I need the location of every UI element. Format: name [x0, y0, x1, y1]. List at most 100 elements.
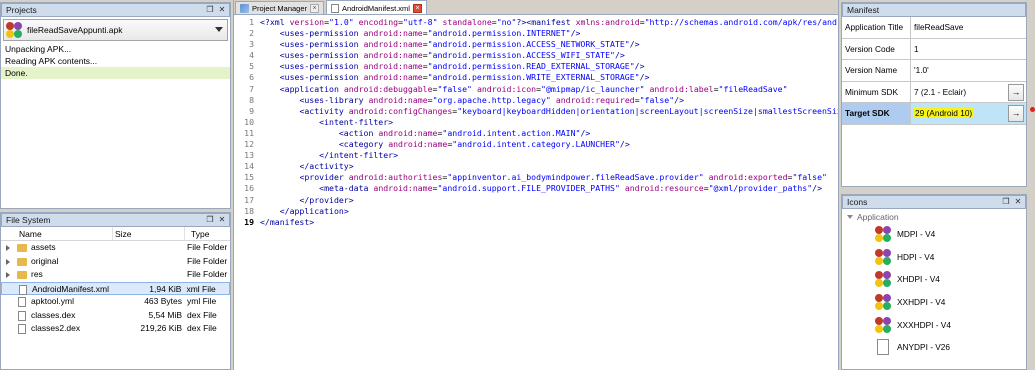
- file-name: classes.dex: [1, 309, 113, 323]
- folder-icon: [17, 271, 27, 279]
- chevron-right-icon[interactable]: [6, 272, 10, 278]
- prop-label: Application Title: [842, 17, 911, 38]
- file-name-text: apktool.yml: [31, 296, 74, 306]
- icon-item[interactable]: HDPI - V4: [842, 246, 1026, 269]
- icon-item[interactable]: XHDPI - V4: [842, 268, 1026, 291]
- chevron-right-icon[interactable]: [6, 245, 10, 251]
- prop-version-code[interactable]: Version Code 1: [842, 38, 1026, 60]
- app-icon: [875, 271, 891, 288]
- prop-value[interactable]: fileReadSave: [911, 17, 1026, 38]
- arrow-right-icon[interactable]: →: [1008, 105, 1024, 122]
- chevron-down-icon[interactable]: [847, 215, 853, 219]
- prop-minimum-sdk[interactable]: Minimum SDK 7 (2.1 - Eclair) →: [842, 81, 1026, 103]
- close-icon[interactable]: ✕: [217, 5, 227, 15]
- app-icon: [875, 248, 891, 265]
- code-line[interactable]: 7 <application android:debuggable="false…: [234, 84, 838, 95]
- column-header-type[interactable]: Type: [185, 227, 230, 240]
- code-line[interactable]: 3 <uses-permission android:name="android…: [234, 39, 838, 50]
- restore-icon[interactable]: ❐: [205, 5, 215, 15]
- prop-application-title[interactable]: Application Title fileReadSave: [842, 17, 1026, 39]
- table-row[interactable]: classes2.dex 219,26 KiB dex File: [1, 322, 230, 336]
- filesystem-title-text: File System: [6, 215, 51, 225]
- file-type: dex File: [187, 323, 217, 333]
- code-line[interactable]: 13 </intent-filter>: [234, 150, 838, 161]
- code-line[interactable]: 2 <uses-permission android:name="android…: [234, 28, 838, 39]
- projects-panel-title: Projects ❐ ✕: [1, 3, 230, 17]
- icon-list: MDPI - V4 HDPI - V4 XHDPI - V4 XXHDPI - V4 X…: [842, 223, 1026, 359]
- code-line[interactable]: 5 <uses-permission android:name="android…: [234, 61, 838, 72]
- file-type: File Folder: [187, 242, 228, 252]
- file-size: [113, 268, 185, 282]
- line-number: 5: [249, 61, 254, 72]
- table-row[interactable]: assets File Folder: [1, 241, 230, 255]
- close-icon[interactable]: ✕: [217, 215, 227, 225]
- code-line[interactable]: 4 <uses-permission android:name="android…: [234, 50, 838, 61]
- icon-label: HDPI - V4: [897, 251, 935, 262]
- tree-root-label: Application: [857, 212, 899, 222]
- file-size: 219,26 KiB: [140, 323, 182, 333]
- code-line[interactable]: 6 <uses-permission android:name="android…: [234, 72, 838, 83]
- table-row[interactable]: apktool.yml 463 Bytes yml File: [1, 295, 230, 309]
- code-line[interactable]: 19 </manifest>: [234, 216, 838, 228]
- code-line[interactable]: 9 <activity android:configChanges="keybo…: [234, 106, 838, 117]
- project-dropdown[interactable]: fileReadSaveAppunti.apk: [3, 19, 228, 41]
- tree-root-application[interactable]: Application: [842, 209, 1026, 223]
- code-line[interactable]: 14 </activity>: [234, 161, 838, 172]
- code-editor[interactable]: 1 <?xml version="1.0" encoding="utf-8" st…: [234, 17, 838, 370]
- prop-label: Version Code: [842, 38, 911, 59]
- prop-value[interactable]: '1.0': [911, 60, 1026, 81]
- icon-item[interactable]: ANYDPI - V26: [842, 336, 1026, 359]
- table-row[interactable]: AndroidManifest.xml 1,94 KiB xml File: [1, 281, 230, 295]
- column-header-size[interactable]: Size: [113, 227, 185, 240]
- file-icon: [18, 310, 26, 321]
- code-line[interactable]: 8 <uses-library android:name="org.apache…: [234, 95, 838, 106]
- tab-androidmanifest[interactable]: AndroidManifest.xml ×: [326, 0, 427, 14]
- chevron-right-icon[interactable]: [6, 258, 10, 265]
- close-icon[interactable]: ✕: [1013, 197, 1023, 207]
- table-row[interactable]: res File Folder: [1, 268, 230, 282]
- icon-label: XXHDPI - V4: [897, 297, 946, 308]
- restore-icon[interactable]: ❐: [1001, 197, 1011, 207]
- app-icon: [875, 316, 891, 333]
- line-number: 1: [249, 17, 254, 27]
- restore-icon[interactable]: ❐: [205, 215, 215, 225]
- code-line[interactable]: 10 <intent-filter>: [234, 117, 838, 128]
- icon-item[interactable]: XXHDPI - V4: [842, 291, 1026, 314]
- icon-label: XHDPI - V4: [897, 274, 940, 285]
- file-name-text: assets: [31, 242, 56, 252]
- document-icon: [877, 339, 889, 356]
- code-line[interactable]: 18 </application>: [234, 206, 838, 217]
- icon-label: XXXHDPI - V4: [897, 319, 951, 330]
- filesystem-header: Name Size Type: [1, 227, 230, 241]
- chevron-down-icon[interactable]: [215, 27, 223, 32]
- log-line: Done.: [1, 67, 230, 79]
- table-row[interactable]: classes.dex 5,54 MiB dex File: [1, 309, 230, 323]
- table-row[interactable]: original File Folder: [1, 255, 230, 269]
- line-number: 17: [244, 194, 254, 205]
- icon-item[interactable]: MDPI - V4: [842, 223, 1026, 246]
- close-icon[interactable]: ×: [310, 4, 320, 13]
- code-line[interactable]: 11 <action android:name="android.intent.…: [234, 128, 838, 139]
- line-number: 16: [244, 183, 254, 194]
- code-line[interactable]: 1 <?xml version="1.0" encoding="utf-8" st…: [234, 17, 838, 28]
- code-line[interactable]: 17 </provider>: [234, 195, 838, 206]
- icon-item[interactable]: XXXHDPI - V4: [842, 313, 1026, 336]
- file-name: res: [1, 268, 113, 282]
- prop-target-sdk[interactable]: Target SDK 29 (Android 10) →: [842, 103, 1026, 125]
- column-header-name[interactable]: Name: [1, 227, 113, 240]
- icon-label: ANYDPI - V26: [897, 342, 951, 353]
- arrow-right-icon[interactable]: →: [1008, 83, 1024, 101]
- folder-icon: [17, 257, 27, 266]
- manifest-panel-title: Manifest: [842, 3, 1026, 17]
- prop-value[interactable]: 1: [911, 39, 1026, 60]
- layers-icon: [240, 4, 249, 13]
- close-icon[interactable]: ×: [412, 3, 422, 13]
- code-line[interactable]: 12 <category android:name="android.inten…: [234, 139, 838, 150]
- tab-project-manager[interactable]: Project Manager ×: [235, 1, 325, 14]
- prop-version-name[interactable]: Version Name '1.0': [842, 60, 1026, 82]
- app-icon: [875, 294, 891, 311]
- code-line[interactable]: 15 <provider android:authorities="appinv…: [234, 172, 838, 183]
- code-line[interactable]: 16 <meta-data android:name="android.supp…: [234, 183, 838, 194]
- file-size: [113, 255, 185, 269]
- file-size: 463 Bytes: [144, 296, 182, 306]
